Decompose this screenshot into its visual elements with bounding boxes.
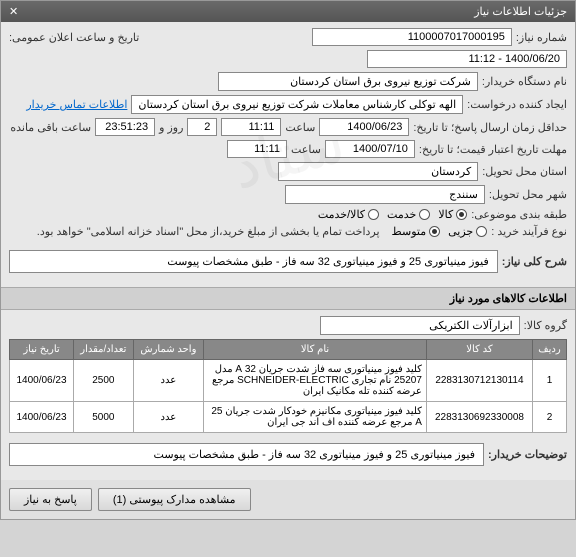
- items-section-title: اطلاعات کالاهای مورد نیاز: [1, 287, 575, 310]
- pub-date-value: 1400/06/20 - 11:12: [367, 50, 567, 68]
- radio-small[interactable]: جزیی: [448, 225, 487, 238]
- cell-date: 1400/06/23: [10, 360, 74, 402]
- window-header: جزئیات اطلاعات نیاز ✕: [1, 1, 575, 22]
- radio-label: جزیی: [448, 225, 473, 238]
- items-table: ردیف کد کالا نام کالا واحد شمارش تعداد/م…: [9, 339, 567, 433]
- radio-icon: [429, 226, 440, 237]
- group-label: گروه کالا:: [524, 319, 567, 332]
- process-note: پرداخت تمام یا بخشی از مبلغ خرید،از محل …: [37, 225, 380, 238]
- th-unit: واحد شمارش: [133, 340, 203, 360]
- cell-name: کلید فیوز مینیاتوری مکانیزم خودکار شدت ج…: [204, 402, 427, 433]
- desc-text: فیوز مینیاتوری 25 و فیوز مینیاتوری 32 سه…: [9, 250, 498, 273]
- buyer-value: شرکت توزیع نیروی برق استان کردستان: [218, 72, 478, 91]
- table-row: 22283130692330008کلید فیوز مینیاتوری مکا…: [10, 402, 567, 433]
- th-qty: تعداد/مقدار: [73, 340, 133, 360]
- province-label: استان محل تحویل:: [482, 165, 567, 178]
- radio-icon: [419, 209, 430, 220]
- deadline-date: 1400/06/23: [319, 118, 409, 136]
- cell-date: 1400/06/23: [10, 402, 74, 433]
- process-radio-group: جزیی متوسط: [392, 225, 488, 238]
- radio-icon: [368, 209, 379, 220]
- buyer-note-label: توضیحات خریدار:: [488, 448, 567, 461]
- cell-unit: عدد: [133, 360, 203, 402]
- day-label: روز و: [159, 121, 183, 134]
- radio-kala[interactable]: کالا: [438, 208, 467, 221]
- th-index: ردیف: [532, 340, 566, 360]
- time-label-2: ساعت: [291, 143, 321, 156]
- remain-time: 23:51:23: [95, 118, 155, 136]
- cell-index: 2: [532, 402, 566, 433]
- items-area: گروه کالا: ابزارآلات الکتریکی ردیف کد کا…: [1, 310, 575, 480]
- th-code: کد کالا: [426, 340, 532, 360]
- form-area: شماره نیاز: 1100007017000195 تاریخ و ساع…: [1, 22, 575, 287]
- deadline-label: حداقل زمان ارسال پاسخ؛ تا تاریخ:: [413, 121, 567, 134]
- footer-bar: مشاهده مدارک پیوستی (1) پاسخ به نیاز: [1, 480, 575, 519]
- table-header-row: ردیف کد کالا نام کالا واحد شمارش تعداد/م…: [10, 340, 567, 360]
- radio-icon: [476, 226, 487, 237]
- th-date: تاریخ نیاز: [10, 340, 74, 360]
- radio-label: متوسط: [392, 225, 427, 238]
- province-value: کردستان: [278, 162, 478, 181]
- need-no-value: 1100007017000195: [312, 28, 512, 46]
- buyer-note-text: فیوز مینیاتوری 25 و فیوز مینیاتوری 32 سه…: [9, 443, 484, 466]
- radio-khedmat[interactable]: خدمت: [387, 208, 430, 221]
- cell-code: 2283130712130114: [426, 360, 532, 402]
- requester-value: الهه توکلی کارشناس معاملات شرکت توزیع نی…: [131, 95, 463, 114]
- radio-both[interactable]: کالا/خدمت: [318, 208, 379, 221]
- validity-label: مهلت تاریخ اعتبار قیمت؛ تا تاریخ:: [419, 143, 567, 156]
- validity-date: 1400/07/10: [325, 140, 415, 158]
- city-label: شهر محل تحویل:: [489, 188, 567, 201]
- cell-qty: 2500: [73, 360, 133, 402]
- cell-code: 2283130692330008: [426, 402, 532, 433]
- table-row: 12283130712130114کلید فیوز مینیاتوری سه …: [10, 360, 567, 402]
- remain-suffix: ساعت باقی مانده: [10, 121, 91, 134]
- time-label-1: ساعت: [285, 121, 315, 134]
- radio-medium[interactable]: متوسط: [392, 225, 441, 238]
- deadline-time: 11:11: [221, 118, 281, 136]
- th-name: نام کالا: [204, 340, 427, 360]
- reply-button[interactable]: پاسخ به نیاز: [9, 488, 92, 511]
- requester-label: ایجاد کننده درخواست:: [467, 98, 567, 111]
- window-title: جزئیات اطلاعات نیاز: [24, 5, 567, 18]
- attachments-button[interactable]: مشاهده مدارک پیوستی (1): [98, 488, 251, 511]
- contact-link[interactable]: اطلاعات تماس خریدار: [26, 98, 127, 111]
- category-radio-group: کالا خدمت کالا/خدمت: [318, 208, 467, 221]
- buyer-label: نام دستگاه خریدار:: [482, 75, 567, 88]
- process-label: نوع فرآیند خرید :: [491, 225, 567, 238]
- category-label: طبقه بندی موضوعی:: [471, 208, 567, 221]
- radio-label: خدمت: [387, 208, 416, 221]
- need-no-label: شماره نیاز:: [516, 31, 567, 44]
- city-value: سنندج: [285, 185, 485, 204]
- cell-qty: 5000: [73, 402, 133, 433]
- radio-icon: [456, 209, 467, 220]
- radio-label: کالا/خدمت: [318, 208, 365, 221]
- radio-label: کالا: [438, 208, 453, 221]
- validity-time: 11:11: [227, 140, 287, 158]
- days-remaining: 2: [187, 118, 217, 136]
- close-icon[interactable]: ✕: [9, 5, 18, 18]
- cell-index: 1: [532, 360, 566, 402]
- cell-unit: عدد: [133, 402, 203, 433]
- cell-name: کلید فیوز مینیاتوری سه فاز شدت جریان 32 …: [204, 360, 427, 402]
- pub-date-label: تاریخ و ساعت اعلان عمومی:: [9, 31, 139, 44]
- group-value: ابزارآلات الکتریکی: [320, 316, 520, 335]
- desc-title: شرح کلی نیاز:: [502, 255, 567, 268]
